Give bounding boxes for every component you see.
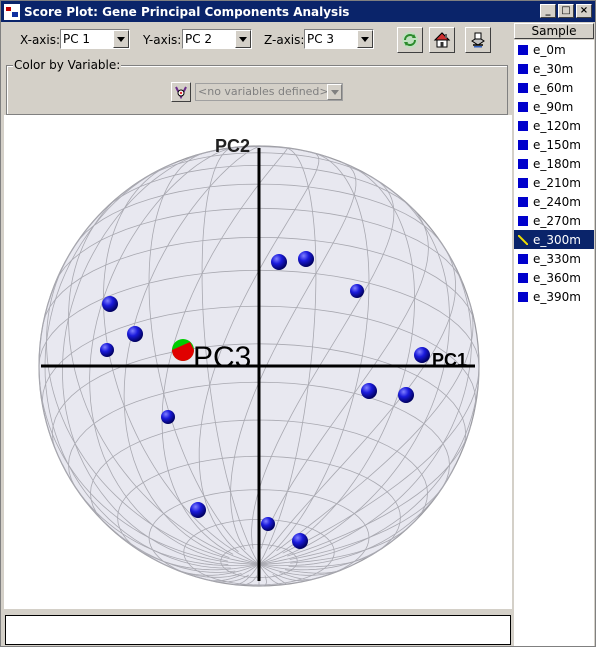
sample-item[interactable]: e_60m — [514, 78, 594, 97]
score-point[interactable] — [261, 517, 275, 531]
color-swatch-icon — [518, 253, 528, 264]
sample-label: e_300m — [533, 232, 581, 247]
refresh-icon — [402, 32, 418, 48]
sample-item[interactable]: e_300m — [514, 230, 594, 249]
axis-toolbar: X-axis: PC 1 Y-axis: PC 2 Z-axis: PC 3 — [2, 23, 512, 59]
sample-label: e_0m — [533, 42, 566, 57]
color-swatch-icon — [518, 44, 528, 55]
home-icon — [433, 32, 451, 48]
chevron-down-icon[interactable] — [327, 84, 342, 100]
sample-label: e_270m — [533, 213, 581, 228]
status-field — [5, 615, 511, 645]
sample-item[interactable]: e_120m — [514, 116, 594, 135]
y-axis-value: PC 2 — [185, 32, 213, 46]
title-bar[interactable]: Score Plot: Gene Principal Components An… — [1, 1, 595, 22]
pc2-axis-label: PC2 — [215, 136, 250, 156]
score-plot-window: Score Plot: Gene Principal Components An… — [0, 0, 596, 647]
palette-icon — [175, 86, 187, 99]
x-axis-select[interactable]: PC 1 — [60, 29, 130, 49]
color-swatch-icon — [518, 139, 528, 150]
y-axis-label: Y-axis: — [143, 33, 182, 47]
sample-label: e_330m — [533, 251, 581, 266]
sample-label: e_30m — [533, 61, 574, 76]
score-point[interactable] — [350, 284, 364, 298]
color-by-variable-group: Color by Variable: <no variables defined… — [6, 58, 508, 115]
color-swatch-icon — [518, 63, 528, 74]
score-point[interactable] — [127, 326, 143, 342]
sample-item[interactable]: e_210m — [514, 173, 594, 192]
sample-item[interactable]: e_30m — [514, 59, 594, 78]
sample-label: e_390m — [533, 289, 581, 304]
score-point[interactable] — [414, 347, 430, 363]
sample-list[interactable]: e_0m e_30m e_60m e_90m e_120m e_150m e_180m e_2… — [514, 40, 594, 646]
sample-item[interactable]: e_150m — [514, 135, 594, 154]
color-swatch-icon — [518, 291, 528, 302]
score-point[interactable] — [398, 387, 414, 403]
sample-header[interactable]: Sample — [514, 23, 594, 39]
x-axis-label: X-axis: — [20, 33, 61, 47]
pc3-axis-label: PC3 — [193, 341, 251, 374]
score-point[interactable] — [100, 343, 114, 357]
score-point[interactable] — [361, 383, 377, 399]
score-point[interactable] — [271, 254, 287, 270]
sample-item[interactable]: e_90m — [514, 97, 594, 116]
app-icon — [4, 3, 20, 20]
sample-label: e_90m — [533, 99, 574, 114]
minimize-button[interactable]: _ — [540, 4, 556, 18]
sample-label: e_150m — [533, 137, 581, 152]
sample-item[interactable]: e_270m — [514, 211, 594, 230]
z-axis-label: Z-axis: — [264, 33, 305, 47]
z-axis-select[interactable]: PC 3 — [304, 29, 374, 49]
sample-item[interactable]: e_0m — [514, 40, 594, 59]
sample-label: e_210m — [533, 175, 581, 190]
score-point[interactable] — [298, 251, 314, 267]
sample-label: e_120m — [533, 118, 581, 133]
score-plot-canvas[interactable]: PC1 PC2 PC3 — [4, 115, 512, 609]
print-button[interactable] — [465, 27, 491, 53]
selected-swatch-icon — [518, 234, 528, 245]
color-variable-select[interactable]: <no variables defined> — [195, 83, 343, 101]
sample-label: e_240m — [533, 194, 581, 209]
pc1-axis-label: PC1 — [432, 350, 467, 370]
main-area: X-axis: PC 1 Y-axis: PC 2 Z-axis: PC 3 C… — [2, 23, 512, 647]
pc3-origin-marker — [172, 339, 194, 361]
sample-item[interactable]: e_180m — [514, 154, 594, 173]
y-axis-select[interactable]: PC 2 — [182, 29, 252, 49]
chevron-down-icon[interactable] — [357, 30, 373, 48]
close-button[interactable]: × — [576, 4, 592, 18]
color-swatch-icon — [518, 196, 528, 207]
sample-item[interactable]: e_240m — [514, 192, 594, 211]
color-swatch-icon — [518, 120, 528, 131]
window-title: Score Plot: Gene Principal Components An… — [24, 4, 350, 19]
score-point[interactable] — [292, 533, 308, 549]
sample-label: e_360m — [533, 270, 581, 285]
color-variable-value: <no variables defined> — [198, 85, 329, 98]
sample-label: e_180m — [533, 156, 581, 171]
score-point[interactable] — [161, 410, 175, 424]
home-button[interactable] — [429, 27, 455, 53]
print-icon — [471, 32, 485, 48]
sample-label: e_60m — [533, 80, 574, 95]
score-plot-svg[interactable]: PC1 PC2 PC3 — [4, 115, 512, 609]
color-variable-button[interactable] — [171, 82, 191, 102]
color-swatch-icon — [518, 177, 528, 188]
score-point[interactable] — [190, 502, 206, 518]
refresh-button[interactable] — [397, 27, 423, 53]
z-axis-value: PC 3 — [307, 32, 335, 46]
color-swatch-icon — [518, 101, 528, 112]
x-axis-value: PC 1 — [63, 32, 91, 46]
color-swatch-icon — [518, 82, 528, 93]
color-swatch-icon — [518, 272, 528, 283]
color-swatch-icon — [518, 215, 528, 226]
sample-panel: Sample e_0m e_30m e_60m e_90m e_120m e_150m e_… — [514, 23, 594, 646]
maximize-button[interactable]: □ — [558, 4, 574, 18]
score-point[interactable] — [102, 296, 118, 312]
sample-item[interactable]: e_390m — [514, 287, 594, 306]
chevron-down-icon[interactable] — [235, 30, 251, 48]
sample-item[interactable]: e_360m — [514, 268, 594, 287]
color-swatch-icon — [518, 158, 528, 169]
chevron-down-icon[interactable] — [113, 30, 129, 48]
sample-item[interactable]: e_330m — [514, 249, 594, 268]
color-by-title: Color by Variable: — [13, 58, 122, 72]
